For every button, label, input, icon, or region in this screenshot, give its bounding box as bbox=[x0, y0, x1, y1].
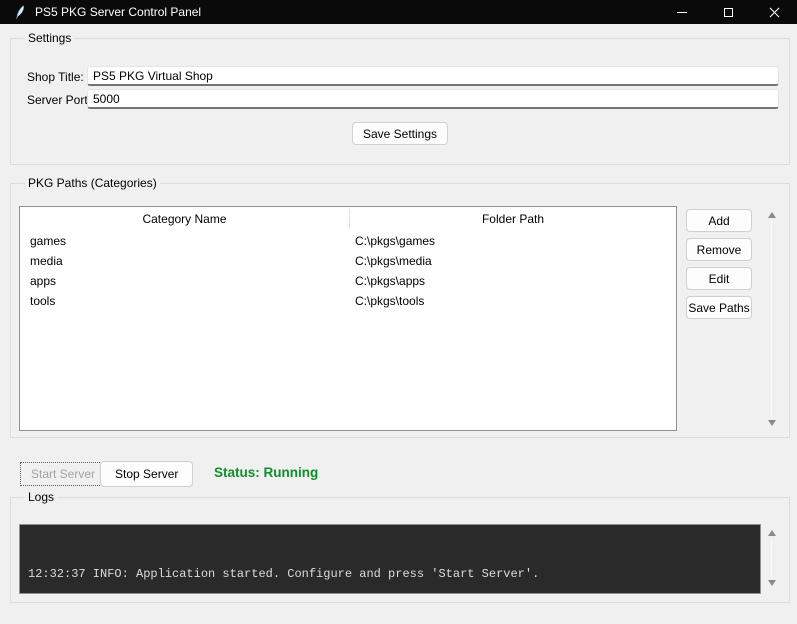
maximize-button[interactable] bbox=[705, 0, 751, 24]
log-scrollbar[interactable] bbox=[765, 526, 779, 590]
category-cell: games bbox=[20, 234, 349, 248]
settings-group: Settings Shop Title: Server Port: Save S… bbox=[10, 38, 790, 165]
pkg-paths-table[interactable]: Category Name Folder Path games C:\pkgs\… bbox=[19, 206, 677, 431]
path-cell: C:\pkgs\tools bbox=[349, 294, 424, 308]
table-row[interactable]: games C:\pkgs\games bbox=[20, 231, 676, 251]
titlebar: PS5 PKG Server Control Panel bbox=[0, 0, 797, 24]
table-row[interactable]: apps C:\pkgs\apps bbox=[20, 271, 676, 291]
logs-group-label: Logs bbox=[25, 490, 57, 504]
add-button[interactable]: Add bbox=[686, 209, 752, 232]
log-line: 12:32:37 INFO: Application started. Conf… bbox=[28, 565, 752, 583]
log-console[interactable]: 12:32:37 INFO: Application started. Conf… bbox=[19, 524, 761, 594]
table-row[interactable]: tools C:\pkgs\tools bbox=[20, 291, 676, 311]
edit-button[interactable]: Edit bbox=[686, 267, 752, 290]
column-header-category[interactable]: Category Name bbox=[20, 207, 349, 231]
logs-group: Logs 12:32:37 INFO: Application started.… bbox=[10, 497, 790, 603]
category-cell: tools bbox=[20, 294, 349, 308]
start-server-button[interactable]: Start Server bbox=[20, 462, 106, 486]
server-controls-row: Start Server Stop Server Status: Running bbox=[0, 458, 797, 490]
scrollbar-track bbox=[771, 220, 772, 418]
maximize-icon bbox=[724, 8, 733, 17]
path-cell: C:\pkgs\media bbox=[349, 254, 432, 268]
shop-title-label: Shop Title: bbox=[27, 70, 84, 84]
table-scrollbar[interactable] bbox=[765, 208, 779, 430]
window-title: PS5 PKG Server Control Panel bbox=[35, 5, 201, 19]
table-header-row: Category Name Folder Path bbox=[20, 207, 676, 231]
scrollbar-track bbox=[771, 538, 772, 578]
scroll-down-icon[interactable] bbox=[768, 580, 776, 586]
python-feather-icon bbox=[13, 5, 27, 20]
scroll-down-icon[interactable] bbox=[768, 420, 776, 426]
server-port-label: Server Port: bbox=[27, 93, 91, 107]
table-row[interactable]: media C:\pkgs\media bbox=[20, 251, 676, 271]
status-label: Status: Running bbox=[214, 465, 318, 480]
remove-button[interactable]: Remove bbox=[686, 238, 752, 261]
path-cell: C:\pkgs\apps bbox=[349, 274, 425, 288]
pkg-paths-group: PKG Paths (Categories) Category Name Fol… bbox=[10, 183, 790, 438]
category-cell: media bbox=[20, 254, 349, 268]
settings-group-label: Settings bbox=[25, 31, 74, 45]
app-window: PS5 PKG Server Control Panel Settings Sh… bbox=[0, 0, 797, 624]
category-cell: apps bbox=[20, 274, 349, 288]
column-header-path[interactable]: Folder Path bbox=[350, 207, 676, 231]
save-paths-button[interactable]: Save Paths bbox=[686, 296, 752, 319]
minimize-icon bbox=[677, 12, 687, 13]
save-settings-button[interactable]: Save Settings bbox=[352, 122, 448, 145]
log-text: 12:32:37 INFO: Application started. Conf… bbox=[28, 567, 539, 581]
minimize-button[interactable] bbox=[659, 0, 705, 24]
path-cell: C:\pkgs\games bbox=[349, 234, 435, 248]
scroll-up-icon[interactable] bbox=[768, 530, 776, 536]
scroll-up-icon[interactable] bbox=[768, 212, 776, 218]
stop-server-button[interactable]: Stop Server bbox=[100, 461, 193, 487]
pkg-paths-group-label: PKG Paths (Categories) bbox=[25, 176, 160, 190]
close-icon bbox=[769, 7, 780, 18]
shop-title-input[interactable] bbox=[87, 66, 779, 86]
close-button[interactable] bbox=[751, 0, 797, 24]
server-port-input[interactable] bbox=[87, 89, 779, 109]
